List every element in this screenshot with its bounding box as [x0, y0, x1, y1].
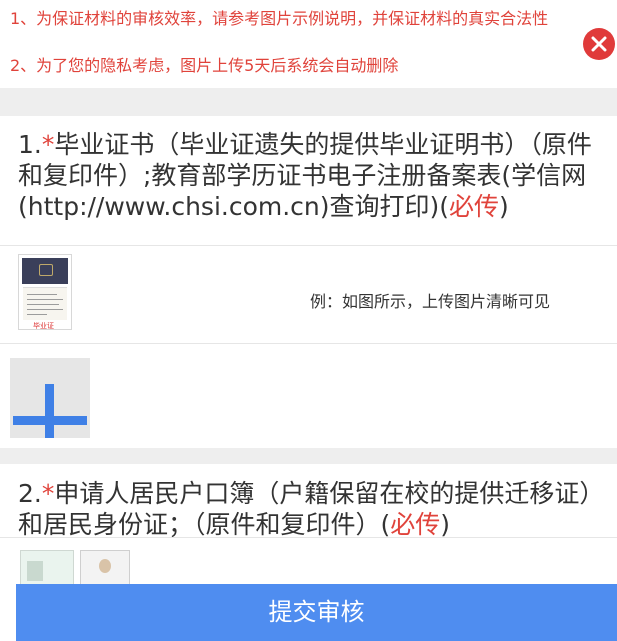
- divider: [0, 343, 617, 344]
- section1-title-end: ): [499, 192, 509, 221]
- submit-review-button[interactable]: 提交审核: [16, 584, 617, 641]
- required-label: 必传: [449, 192, 500, 221]
- id-card-photo: [27, 561, 43, 581]
- divider: [0, 245, 617, 246]
- portrait-icon: [99, 559, 111, 573]
- close-icon: [591, 36, 607, 52]
- section-gap: [0, 88, 617, 116]
- required-mark: *: [41, 479, 55, 508]
- section1-number: 1.: [18, 130, 42, 159]
- divider: [0, 537, 617, 538]
- required-mark: *: [41, 130, 55, 159]
- section2-title: 2.*申请人居民户口簿（户籍保留在校的提供迁移证）和居民身份证；（原件和复印件）…: [18, 478, 603, 540]
- example-caption: 毕业证: [33, 322, 54, 330]
- section2-title-end: ): [440, 510, 451, 539]
- plus-icon-vertical: [45, 384, 54, 438]
- notice-line-1: 1、为保证材料的审核效率，请参考图片示例说明，并保证材料的真实合法性: [10, 9, 549, 28]
- notice-line-2: 2、为了您的隐私考虑，图片上传5天后系统会自动删除: [10, 56, 399, 75]
- section2-title-text: 申请人居民户口簿（户籍保留在校的提供迁移证）和居民身份证；（原件和复印件）(: [18, 479, 592, 539]
- notice-panel: 1、为保证材料的审核效率，请参考图片示例说明，并保证材料的真实合法性 2、为了您…: [0, 0, 617, 88]
- diploma-cover: [22, 258, 68, 284]
- required-label: 必传: [390, 510, 441, 539]
- section1-title: 1.*毕业证书（毕业证遗失的提供毕业证明书）（原件和复印件）;教育部学历证书电子…: [18, 129, 603, 222]
- example-image-diploma[interactable]: 毕业证: [18, 254, 72, 330]
- section2-number: 2.: [18, 479, 42, 508]
- upload-image-button[interactable]: [10, 358, 90, 438]
- close-button[interactable]: [583, 28, 615, 60]
- diploma-paper: [23, 287, 67, 320]
- example-description: 例：如图所示，上传图片清晰可见: [310, 292, 551, 311]
- section-gap: [0, 448, 617, 464]
